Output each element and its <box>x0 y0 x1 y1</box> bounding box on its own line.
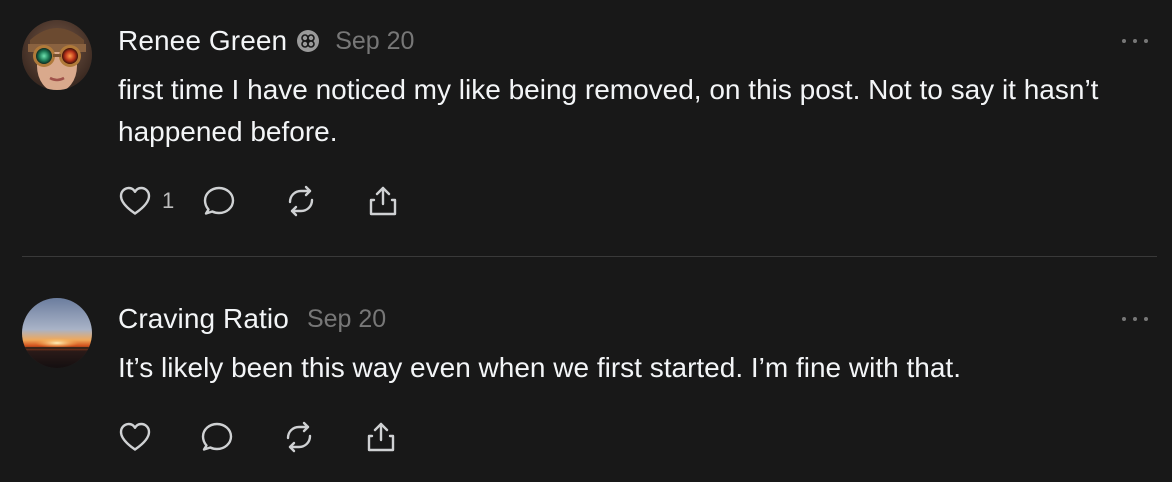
like-button[interactable] <box>118 421 152 453</box>
thread-post: Craving Ratio Sep 20 It’s likely been th… <box>0 258 1172 482</box>
heart-icon <box>119 422 151 451</box>
avatar-steampunk-image <box>22 20 92 90</box>
more-options-icon[interactable] <box>1122 314 1148 324</box>
username[interactable]: Craving Ratio <box>118 303 289 335</box>
share-button[interactable] <box>364 421 398 453</box>
avatar-sunset-image <box>22 298 92 368</box>
repost-icon <box>289 185 314 217</box>
username[interactable]: Renee Green <box>118 25 287 57</box>
timestamp[interactable]: Sep 20 <box>335 27 414 56</box>
avatar[interactable] <box>22 20 92 90</box>
avatar[interactable] <box>22 298 92 368</box>
share-icon <box>367 422 395 452</box>
share-button[interactable] <box>366 185 400 217</box>
reply-bubble-icon <box>204 186 235 215</box>
more-options-icon[interactable] <box>1122 36 1148 46</box>
like-count: 1 <box>162 188 175 213</box>
share-icon <box>370 186 397 216</box>
post-actions: 1 <box>118 184 400 218</box>
reply-button[interactable] <box>202 185 236 217</box>
flower-badge-icon <box>297 30 320 52</box>
post-text: first time I have noticed my like being … <box>118 74 1099 147</box>
repost-button[interactable] <box>284 185 318 217</box>
repost-icon <box>286 421 312 453</box>
post-actions <box>118 420 398 454</box>
post-header: Craving Ratio Sep 20 <box>118 302 386 336</box>
post-header: Renee Green Sep 20 <box>118 24 414 58</box>
repost-button[interactable] <box>282 421 316 453</box>
reply-bubble-icon <box>201 422 233 451</box>
heart-icon <box>119 186 151 215</box>
post-divider <box>22 256 1157 257</box>
like-button[interactable]: 1 <box>118 185 174 217</box>
post-text: It’s likely been this way even when we f… <box>118 352 961 383</box>
reply-button[interactable] <box>200 421 234 453</box>
timestamp[interactable]: Sep 20 <box>307 305 386 334</box>
thread-post: Renee Green Sep 20 first time I have not… <box>0 0 1172 256</box>
